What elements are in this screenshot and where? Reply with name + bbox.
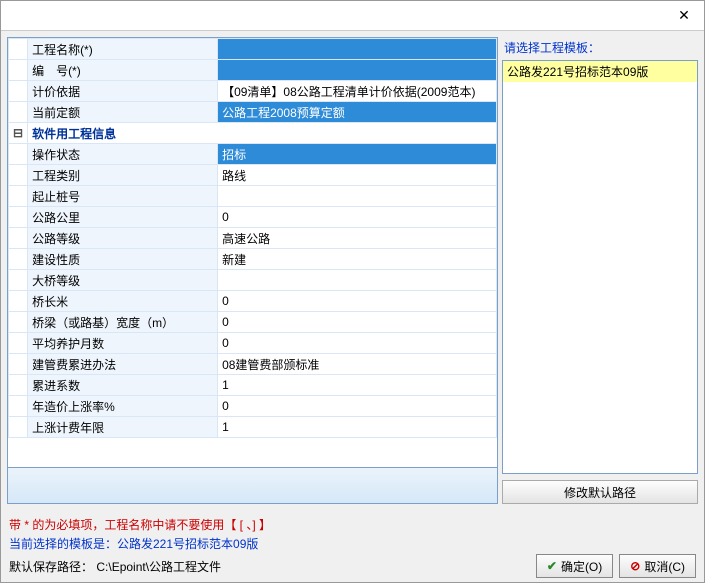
section-header[interactable]: ⊟软件用工程信息 [9, 123, 497, 144]
ok-button[interactable]: ✔ 确定(O) [536, 554, 613, 578]
property-value[interactable]: 招标 [218, 144, 497, 165]
expand-cell [9, 165, 28, 186]
cancel-icon: ⊘ [630, 559, 640, 573]
table-row: 工程名称(*) [9, 39, 497, 60]
property-label: 操作状态 [28, 144, 218, 165]
property-value[interactable]: 1 [218, 417, 497, 438]
mandatory-hint: 带 * 的为必填项，工程名称中请不要使用【 [ 、] 】 [9, 516, 696, 533]
table-row: 工程类别路线 [9, 165, 497, 186]
table-row: 年造价上涨率%0 [9, 396, 497, 417]
property-label: 工程名称(*) [28, 39, 218, 60]
property-label: 平均养护月数 [28, 333, 218, 354]
default-path-line: 默认保存路径： C:\Epoint\公路工程文件 [9, 558, 221, 575]
grid-footer-area [8, 467, 497, 503]
property-value[interactable]: 路线 [218, 165, 497, 186]
property-label: 起止桩号 [28, 186, 218, 207]
footer: 带 * 的为必填项，工程名称中请不要使用【 [ 、] 】 当前选择的模板是：公路… [1, 510, 704, 582]
cancel-label: 取消(C) [644, 558, 685, 575]
table-row: 公路公里0 [9, 207, 497, 228]
table-row: 上涨计费年限1 [9, 417, 497, 438]
table-row: 平均养护月数0 [9, 333, 497, 354]
section-label: 软件用工程信息 [28, 123, 497, 144]
expand-cell [9, 102, 28, 123]
change-default-path-button[interactable]: 修改默认路径 [502, 480, 698, 504]
table-row: 起止桩号 [9, 186, 497, 207]
expand-cell [9, 270, 28, 291]
property-value[interactable]: 0 [218, 207, 497, 228]
expand-cell [9, 291, 28, 312]
expand-cell [9, 333, 28, 354]
property-label: 累进系数 [28, 375, 218, 396]
property-grid-scroll[interactable]: 工程名称(*)编 号(*)计价依据【09清单】08公路工程清单计价依据(2009… [8, 38, 497, 467]
titlebar: ✕ [1, 1, 704, 31]
default-path-value: C:\Epoint\公路工程文件 [96, 560, 221, 574]
table-row: 公路等级高速公路 [9, 228, 497, 249]
table-row: 编 号(*) [9, 60, 497, 81]
template-list[interactable]: 公路发221号招标范本09版 [502, 60, 698, 474]
close-button[interactable]: ✕ [664, 2, 704, 30]
table-row: 桥长米0 [9, 291, 497, 312]
property-value[interactable]: 0 [218, 396, 497, 417]
expand-cell [9, 312, 28, 333]
property-label: 公路公里 [28, 207, 218, 228]
template-label: 请选择工程模板： [502, 37, 698, 60]
property-label: 上涨计费年限 [28, 417, 218, 438]
table-row: 建管费累进办法08建管费部颁标准 [9, 354, 497, 375]
property-value[interactable]: 高速公路 [218, 228, 497, 249]
property-value[interactable] [218, 60, 497, 81]
table-row: 累进系数1 [9, 375, 497, 396]
property-label: 计价依据 [28, 81, 218, 102]
property-value[interactable]: 公路工程2008预算定额 [218, 102, 497, 123]
expand-cell [9, 186, 28, 207]
expand-cell [9, 228, 28, 249]
ok-label: 确定(O) [561, 558, 602, 575]
table-row: 当前定额公路工程2008预算定额 [9, 102, 497, 123]
property-label: 年造价上涨率% [28, 396, 218, 417]
table-row: 操作状态招标 [9, 144, 497, 165]
property-value[interactable]: 08建管费部颁标准 [218, 354, 497, 375]
property-value[interactable] [218, 186, 497, 207]
table-row: 建设性质新建 [9, 249, 497, 270]
property-value[interactable] [218, 39, 497, 60]
property-value[interactable] [218, 270, 497, 291]
property-grid: 工程名称(*)编 号(*)计价依据【09清单】08公路工程清单计价依据(2009… [8, 38, 497, 438]
property-label: 桥长米 [28, 291, 218, 312]
expand-cell [9, 417, 28, 438]
collapse-icon[interactable]: ⊟ [9, 123, 28, 144]
property-label: 桥梁（或路基）宽度（m） [28, 312, 218, 333]
expand-cell [9, 39, 28, 60]
property-label: 建管费累进办法 [28, 354, 218, 375]
property-value[interactable]: 1 [218, 375, 497, 396]
expand-cell [9, 207, 28, 228]
expand-cell [9, 144, 28, 165]
property-value[interactable]: 0 [218, 312, 497, 333]
property-value[interactable]: 新建 [218, 249, 497, 270]
property-label: 公路等级 [28, 228, 218, 249]
property-label: 编 号(*) [28, 60, 218, 81]
expand-cell [9, 354, 28, 375]
current-template-hint: 当前选择的模板是：公路发221号招标范本09版 [9, 535, 696, 552]
check-icon: ✔ [547, 559, 557, 573]
expand-cell [9, 81, 28, 102]
cancel-button[interactable]: ⊘ 取消(C) [619, 554, 696, 578]
property-label: 建设性质 [28, 249, 218, 270]
right-panel: 请选择工程模板： 公路发221号招标范本09版 修改默认路径 [502, 37, 698, 504]
property-value[interactable]: 【09清单】08公路工程清单计价依据(2009范本) [218, 81, 497, 102]
table-row: 桥梁（或路基）宽度（m）0 [9, 312, 497, 333]
property-value[interactable]: 0 [218, 333, 497, 354]
table-row: 大桥等级 [9, 270, 497, 291]
expand-cell [9, 249, 28, 270]
expand-cell [9, 375, 28, 396]
expand-cell [9, 60, 28, 81]
property-label: 工程类别 [28, 165, 218, 186]
left-panel: 工程名称(*)编 号(*)计价依据【09清单】08公路工程清单计价依据(2009… [7, 37, 498, 504]
property-label: 当前定额 [28, 102, 218, 123]
property-value[interactable]: 0 [218, 291, 497, 312]
table-row: 计价依据【09清单】08公路工程清单计价依据(2009范本) [9, 81, 497, 102]
expand-cell [9, 396, 28, 417]
template-item[interactable]: 公路发221号招标范本09版 [503, 61, 697, 82]
property-label: 大桥等级 [28, 270, 218, 291]
default-path-label: 默认保存路径： [9, 560, 93, 574]
